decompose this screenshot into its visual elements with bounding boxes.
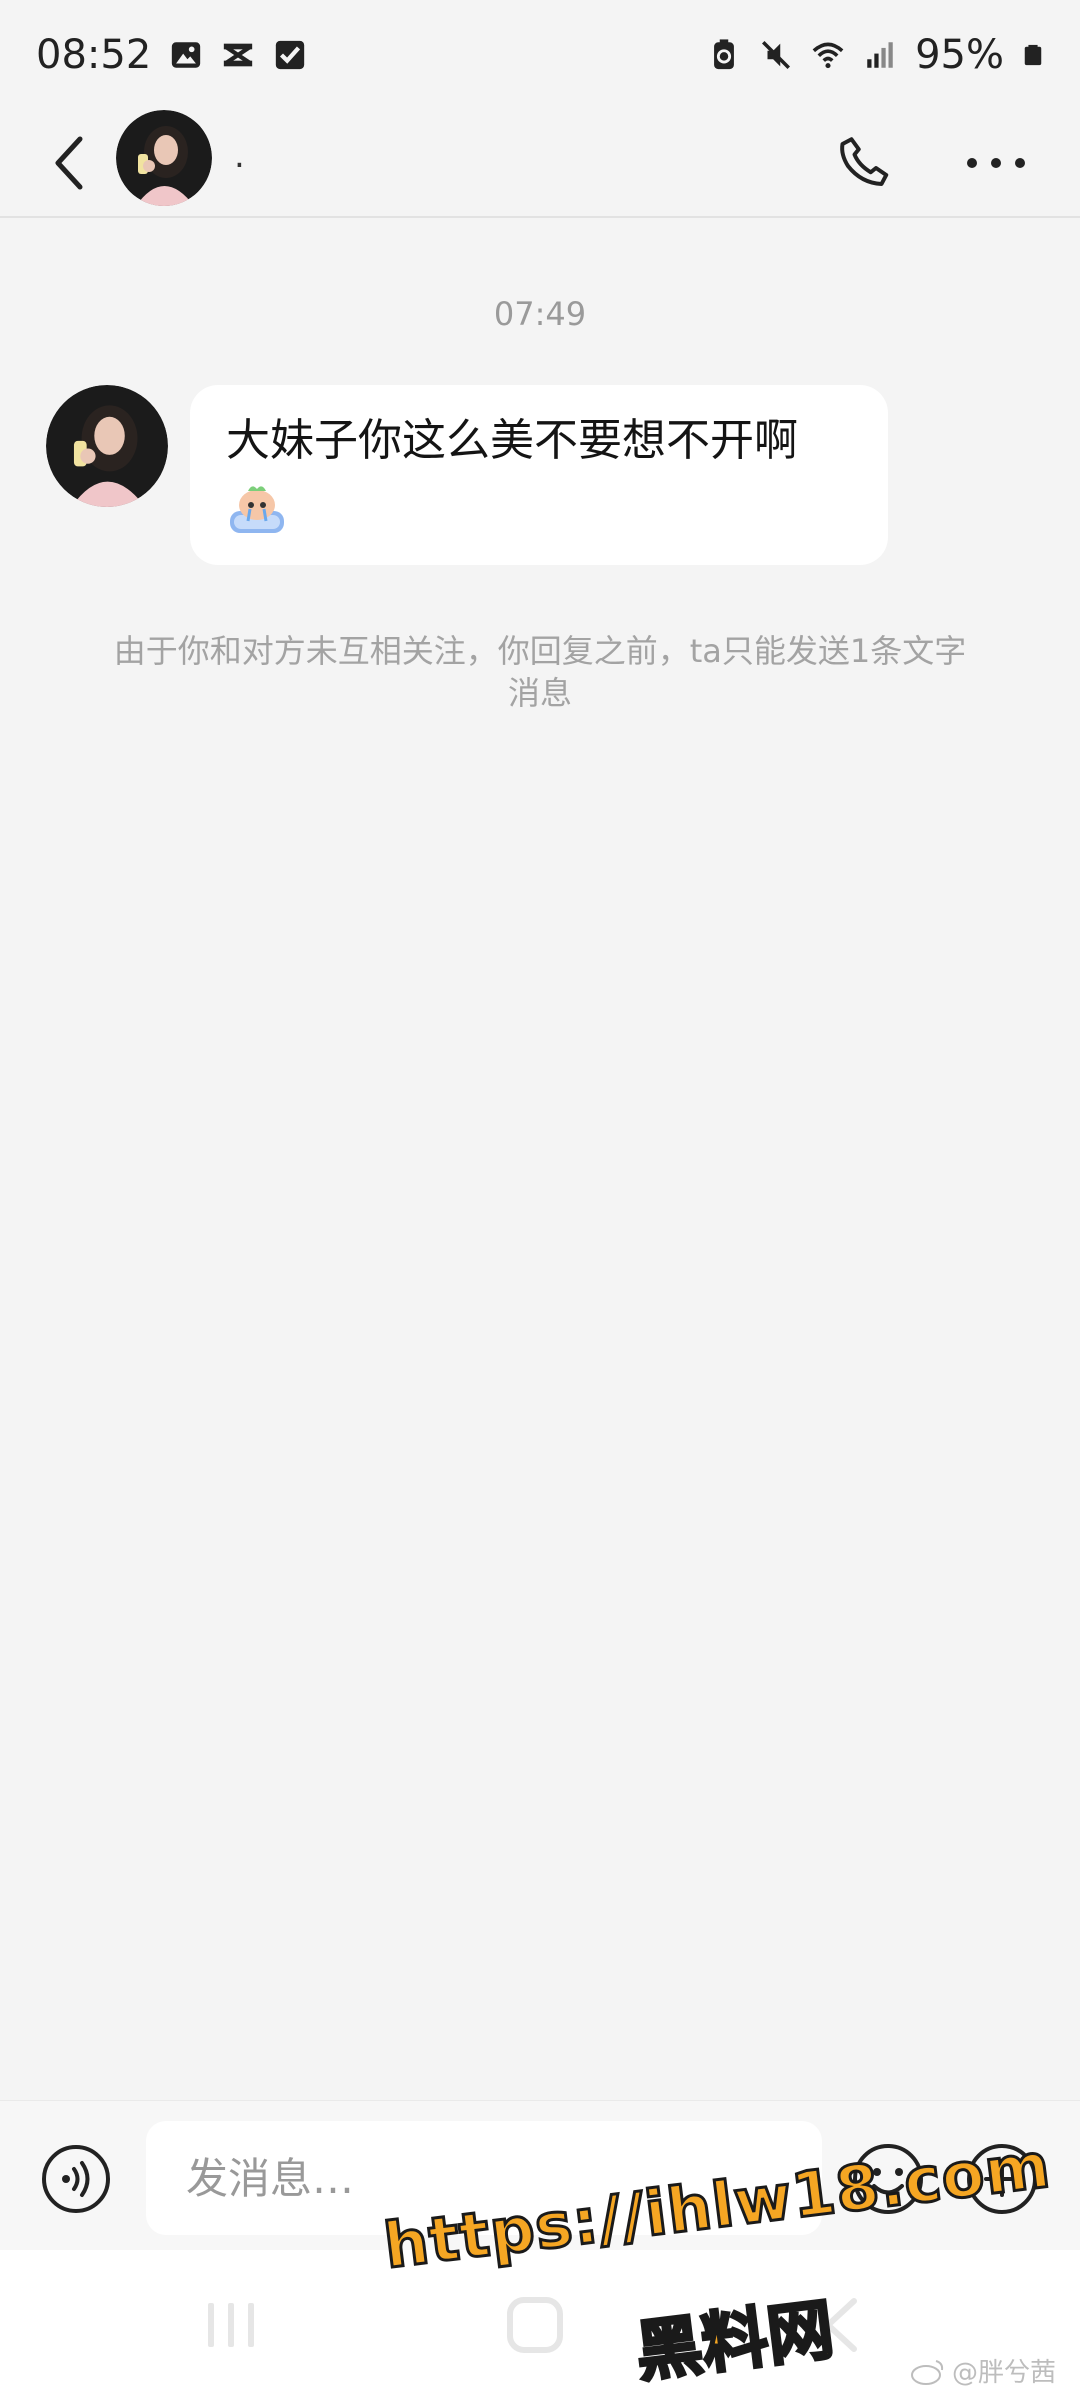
battery-saver-icon	[714, 39, 735, 70]
gallery-icon	[172, 42, 201, 68]
more-dots-icon	[967, 158, 1025, 168]
message-timestamp: 07:49	[493, 295, 587, 333]
call-button[interactable]	[830, 128, 900, 198]
status-left: 08:52	[36, 32, 307, 78]
recent-apps-icon[interactable]	[196, 2295, 266, 2355]
signal-icon	[867, 42, 893, 68]
wifi-icon	[812, 42, 844, 69]
crying-sticker	[230, 486, 284, 533]
back-button[interactable]	[40, 128, 100, 198]
avatar-photo	[46, 385, 168, 507]
weibo-logo-icon	[911, 2359, 944, 2385]
status-time: 08:52	[36, 32, 152, 78]
status-right: 95%	[707, 32, 1044, 78]
more-button[interactable]	[960, 128, 1032, 198]
mute-icon	[762, 40, 791, 70]
chat-screen: 08:52 95% . 07:49 大妹子你这么美不要想不开啊 由于你和对方未互…	[0, 0, 1080, 2400]
battery-icon	[1024, 44, 1042, 66]
voice-button[interactable]	[40, 2143, 112, 2215]
battery-percent: 95%	[915, 32, 1004, 78]
message-text: 大妹子你这么美不要想不开啊	[226, 415, 798, 466]
avatar-photo	[116, 110, 212, 206]
capcut-icon	[224, 43, 253, 67]
voice-icon	[42, 2145, 110, 2213]
chevron-left-icon	[55, 136, 83, 190]
weibo-watermark: @胖兮茜	[910, 2352, 1056, 2389]
follow-notice: 由于你和对方未互相关注，你回复之前，ta只能发送1条文字消息	[113, 632, 967, 712]
contact-avatar[interactable]	[116, 110, 212, 206]
message-bubble[interactable]: 大妹子你这么美不要想不开啊	[190, 385, 888, 565]
chat-header: .	[0, 110, 1080, 218]
sender-avatar[interactable]	[46, 385, 168, 507]
contact-name[interactable]: .	[234, 136, 245, 176]
status-bar: 08:52 95%	[0, 0, 1080, 110]
phone-icon	[840, 137, 889, 186]
check-icon	[276, 40, 305, 70]
weibo-handle: @胖兮茜	[952, 2358, 1057, 2388]
home-icon[interactable]	[500, 2295, 570, 2355]
